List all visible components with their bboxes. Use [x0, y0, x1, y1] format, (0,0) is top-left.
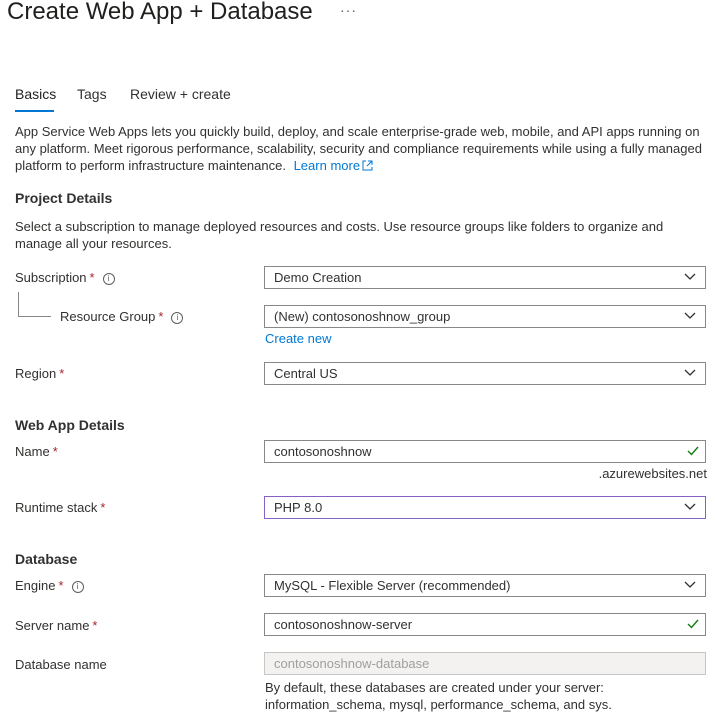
required-marker: * — [52, 444, 58, 459]
name-label: Name * — [15, 444, 58, 459]
name-input[interactable]: contosonoshnow — [264, 440, 706, 463]
name-label-text: Name — [15, 444, 50, 459]
active-tab-indicator — [15, 110, 54, 112]
subscription-dropdown[interactable]: Demo Creation — [264, 266, 706, 289]
chevron-down-icon — [684, 503, 696, 510]
server-name-label-text: Server name — [15, 618, 90, 633]
database-name-value: contosonoshnow-database — [274, 656, 430, 671]
required-marker: * — [59, 366, 65, 381]
runtime-stack-label-text: Runtime stack — [15, 500, 98, 515]
page-title: Create Web App + Database — [7, 0, 313, 25]
region-value: Central US — [274, 366, 338, 381]
runtime-stack-value: PHP 8.0 — [274, 500, 323, 515]
tab-tags[interactable]: Tags — [77, 86, 107, 102]
database-heading: Database — [15, 551, 78, 567]
checkmark-icon — [687, 619, 699, 629]
required-marker: * — [158, 309, 164, 324]
chevron-down-icon — [684, 273, 696, 280]
resource-group-dropdown[interactable]: (New) contosonoshnow_group — [264, 305, 706, 328]
database-name-label-text: Database name — [15, 657, 107, 672]
required-marker: * — [58, 578, 64, 593]
server-name-label: Server name * — [15, 618, 97, 633]
project-details-description: Select a subscription to manage deployed… — [15, 219, 664, 251]
engine-label: Engine * i — [15, 578, 84, 593]
info-icon[interactable]: i — [71, 581, 84, 593]
engine-value: MySQL - Flexible Server (recommended) — [274, 578, 511, 593]
learn-more-label: Learn more — [293, 158, 361, 173]
database-name-note: By default, these databases are created … — [265, 680, 612, 712]
database-name-input: contosonoshnow-database — [264, 652, 706, 675]
create-new-resource-group-link[interactable]: Create new — [265, 331, 331, 346]
database-name-label: Database name — [15, 657, 107, 672]
tab-basics[interactable]: Basics — [15, 86, 56, 102]
learn-more-link[interactable]: Learn more — [294, 158, 373, 173]
chevron-down-icon — [684, 581, 696, 588]
required-marker: * — [89, 270, 95, 285]
engine-label-text: Engine — [15, 578, 56, 593]
required-marker: * — [100, 500, 106, 515]
runtime-stack-dropdown[interactable]: PHP 8.0 — [264, 496, 706, 519]
engine-dropdown[interactable]: MySQL - Flexible Server (recommended) — [264, 574, 706, 597]
web-app-details-heading: Web App Details — [15, 417, 125, 433]
tab-review-create[interactable]: Review + create — [130, 86, 231, 102]
chevron-down-icon — [684, 369, 696, 376]
region-label: Region * — [15, 366, 64, 381]
tree-connector-horizontal — [18, 316, 51, 317]
tree-connector-vertical — [18, 292, 19, 317]
info-icon[interactable]: i — [102, 273, 115, 285]
domain-suffix: .azurewebsites.net — [598, 466, 707, 481]
resource-group-label-text: Resource Group — [60, 309, 156, 324]
name-value: contosonoshnow — [274, 444, 372, 459]
subscription-label-text: Subscription — [15, 270, 87, 285]
intro-paragraph: App Service Web Apps lets you quickly bu… — [15, 123, 710, 174]
resource-group-label: Resource Group * i — [60, 309, 184, 324]
chevron-down-icon — [684, 312, 696, 319]
region-label-text: Region — [15, 366, 57, 381]
info-icon[interactable]: i — [171, 312, 184, 324]
resource-group-value: (New) contosonoshnow_group — [274, 309, 451, 324]
checkmark-icon — [687, 446, 699, 456]
server-name-value: contosonoshnow-server — [274, 617, 413, 632]
subscription-value: Demo Creation — [274, 270, 362, 285]
project-details-heading: Project Details — [15, 190, 113, 206]
subscription-label: Subscription * i — [15, 270, 115, 285]
runtime-stack-label: Runtime stack * — [15, 500, 105, 515]
required-marker: * — [92, 618, 98, 633]
server-name-input[interactable]: contosonoshnow-server — [264, 613, 706, 636]
more-options-button[interactable]: ··· — [340, 2, 357, 18]
external-link-icon — [362, 160, 373, 171]
region-dropdown[interactable]: Central US — [264, 362, 706, 385]
